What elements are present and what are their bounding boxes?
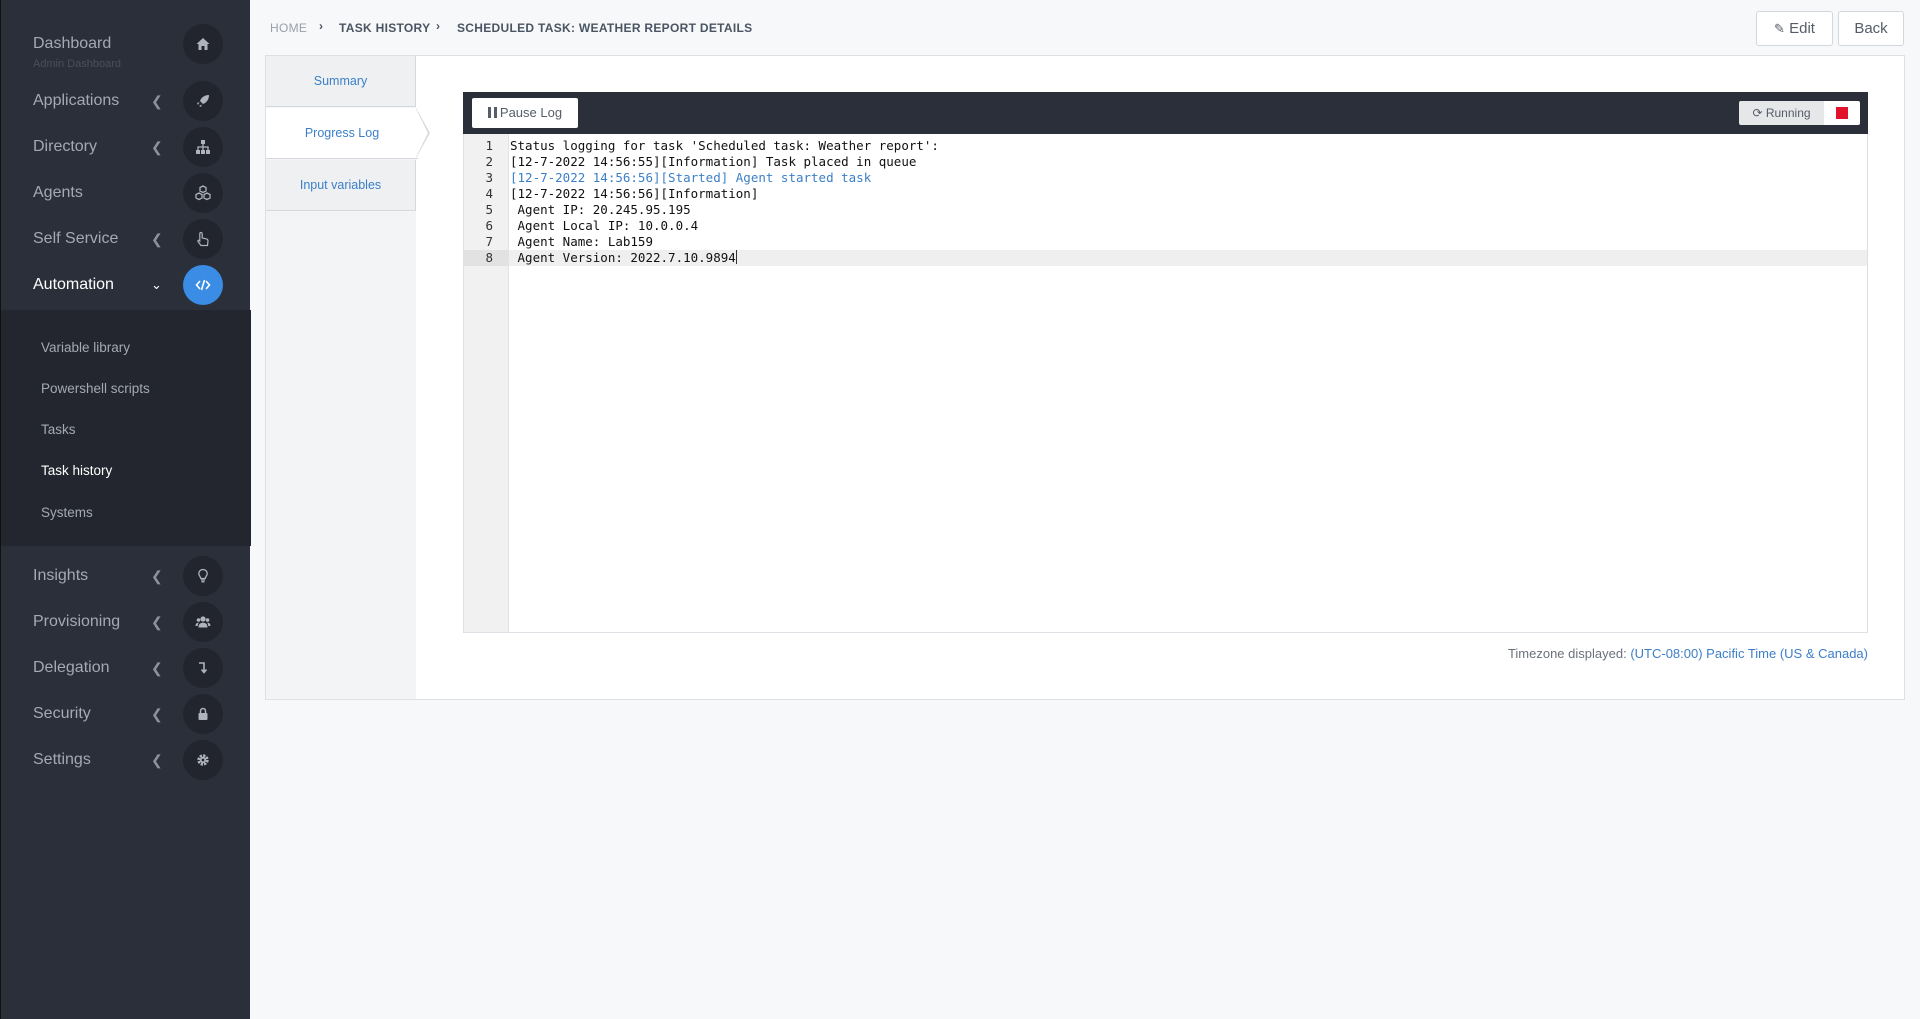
chevron-left-icon: ❮ (151, 660, 163, 676)
lock-icon (183, 694, 223, 734)
log-line-current: Agent Version: 2022.7.10.9894 (509, 250, 1867, 266)
breadcrumb-current: SCHEDULED TASK: WEATHER REPORT DETAILS (457, 21, 753, 35)
nav-agents-label: Agents (33, 184, 83, 201)
pause-log-label: Pause Log (499, 105, 563, 120)
submenu-systems[interactable]: Systems (41, 503, 93, 523)
details-tabs: Summary Progress Log Input variables (266, 56, 418, 699)
cubes-icon (183, 173, 223, 213)
nav-dashboard[interactable]: Dashboard Admin Dashboard (1, 21, 251, 70)
line-number-current: 8 (464, 250, 509, 266)
nav-delegation-label: Delegation (33, 659, 110, 676)
nav-insights[interactable]: Insights ❮ (1, 553, 251, 599)
timezone-link[interactable]: (UTC-08:00) Pacific Time (US & Canada) (1630, 646, 1868, 661)
submenu-variable-library[interactable]: Variable library (41, 338, 130, 358)
tab-input-variables[interactable]: Input variables (266, 160, 416, 211)
line-number: 5 (485, 202, 493, 217)
nav-provisioning[interactable]: Provisioning ❮ (1, 599, 251, 645)
sitemap-icon (183, 127, 223, 167)
sync-icon: ⟳ (1752, 106, 1763, 120)
log-line-current-text: Agent Version: 2022.7.10.9894 (510, 250, 736, 265)
gear-icon (183, 740, 223, 780)
line-number: 2 (485, 154, 493, 169)
nav-applications[interactable]: Applications ❮ (1, 78, 251, 124)
chevron-left-icon: ❮ (151, 231, 163, 247)
chevron-left-icon: ❮ (151, 93, 163, 109)
chevron-left-icon: ❮ (151, 752, 163, 768)
nav-automation[interactable]: Automation ⌄ (1, 262, 251, 308)
log-line: [12-7-2022 14:56:55][Information] Task p… (510, 154, 917, 169)
task-details-panel: Summary Progress Log Input variables Pau… (265, 55, 1905, 700)
tab-progress-log[interactable]: Progress Log (266, 108, 418, 159)
stop-icon (1836, 107, 1848, 119)
timezone-info: Timezone displayed: (UTC-08:00) Pacific … (1508, 646, 1868, 661)
automation-submenu: Variable library Powershell scripts Task… (1, 310, 251, 546)
log-toolbar: Pause Log ⟳ Running (463, 92, 1868, 134)
nav-settings[interactable]: Settings ❮ (1, 737, 251, 783)
nav-agents[interactable]: Agents (1, 170, 251, 216)
timezone-label: Timezone displayed: (1507, 646, 1627, 661)
log-line: Agent Local IP: 10.0.0.4 (510, 218, 699, 233)
edit-button-label: Edit (1789, 20, 1815, 37)
nav-provisioning-label: Provisioning (33, 613, 121, 630)
chevron-left-icon: ❮ (151, 139, 163, 155)
home-icon (183, 24, 223, 64)
active-tab-pointer-fill (416, 109, 428, 157)
chevron-left-icon: ❮ (151, 568, 163, 584)
top-bar: HOME › TASK HISTORY › SCHEDULED TASK: WE… (250, 0, 1920, 56)
submenu-tasks[interactable]: Tasks (41, 420, 76, 440)
line-number: 6 (485, 218, 493, 233)
log-editor[interactable]: 1 2 3 4 5 6 7 8 Status logging for task … (463, 134, 1868, 633)
sidebar: Dashboard Admin Dashboard Applications ❮… (0, 0, 251, 1019)
lightbulb-icon (183, 556, 223, 596)
level-down-icon (183, 648, 223, 688)
nav-dashboard-sublabel: Admin Dashboard (33, 58, 122, 70)
chevron-left-icon: ❮ (151, 614, 163, 630)
line-number: 7 (485, 234, 493, 249)
running-status-label: Running (1765, 106, 1811, 120)
code-icon (183, 265, 223, 305)
edit-button[interactable]: ✎ Edit (1756, 11, 1833, 46)
nav-directory-label: Directory (33, 138, 98, 155)
nav-delegation[interactable]: Delegation ❮ (1, 645, 251, 691)
pencil-icon: ✎ (1774, 21, 1785, 36)
users-icon (183, 602, 223, 642)
chevron-left-icon: ❮ (151, 706, 163, 722)
rocket-icon (183, 81, 223, 121)
back-button-label: Back (1854, 20, 1888, 37)
nav-self-service[interactable]: Self Service ❮ (1, 216, 251, 262)
line-number: 1 (485, 138, 493, 153)
pause-log-button[interactable]: Pause Log (472, 98, 578, 128)
log-line: Status logging for task 'Scheduled task:… (510, 138, 939, 153)
submenu-task-history[interactable]: Task history (41, 461, 112, 481)
chevron-down-icon: ⌄ (151, 277, 162, 292)
nav-self-service-label: Self Service (33, 230, 119, 247)
breadcrumb-home[interactable]: HOME (270, 20, 307, 36)
chevron-right-icon: › (436, 19, 440, 33)
pause-icon (487, 107, 497, 118)
nav-security[interactable]: Security ❮ (1, 691, 251, 737)
line-number: 4 (485, 186, 493, 201)
back-button[interactable]: Back (1838, 11, 1904, 46)
nav-directory[interactable]: Directory ❮ (1, 124, 251, 170)
stop-button[interactable] (1824, 101, 1860, 125)
submenu-powershell-scripts[interactable]: Powershell scripts (41, 379, 150, 399)
text-cursor (735, 250, 737, 264)
nav-insights-label: Insights (33, 567, 89, 584)
tab-summary[interactable]: Summary (266, 56, 416, 107)
nav-automation-label: Automation (33, 276, 114, 293)
breadcrumb-task-history[interactable]: TASK HISTORY (339, 20, 430, 36)
nav-applications-label: Applications (33, 92, 120, 109)
log-line: Agent IP: 20.245.95.195 (510, 202, 691, 217)
hand-pointer-icon (183, 219, 223, 259)
log-line-started: [12-7-2022 14:56:56][Started] Agent star… (510, 170, 872, 185)
chevron-right-icon: › (319, 19, 323, 33)
nav-security-label: Security (33, 705, 91, 722)
log-line: [12-7-2022 14:56:56][Information] (510, 186, 759, 201)
running-status-badge: ⟳ Running (1739, 101, 1824, 125)
line-number: 3 (485, 170, 493, 185)
log-line: Agent Name: Lab159 (510, 234, 653, 249)
nav-settings-label: Settings (33, 751, 91, 768)
